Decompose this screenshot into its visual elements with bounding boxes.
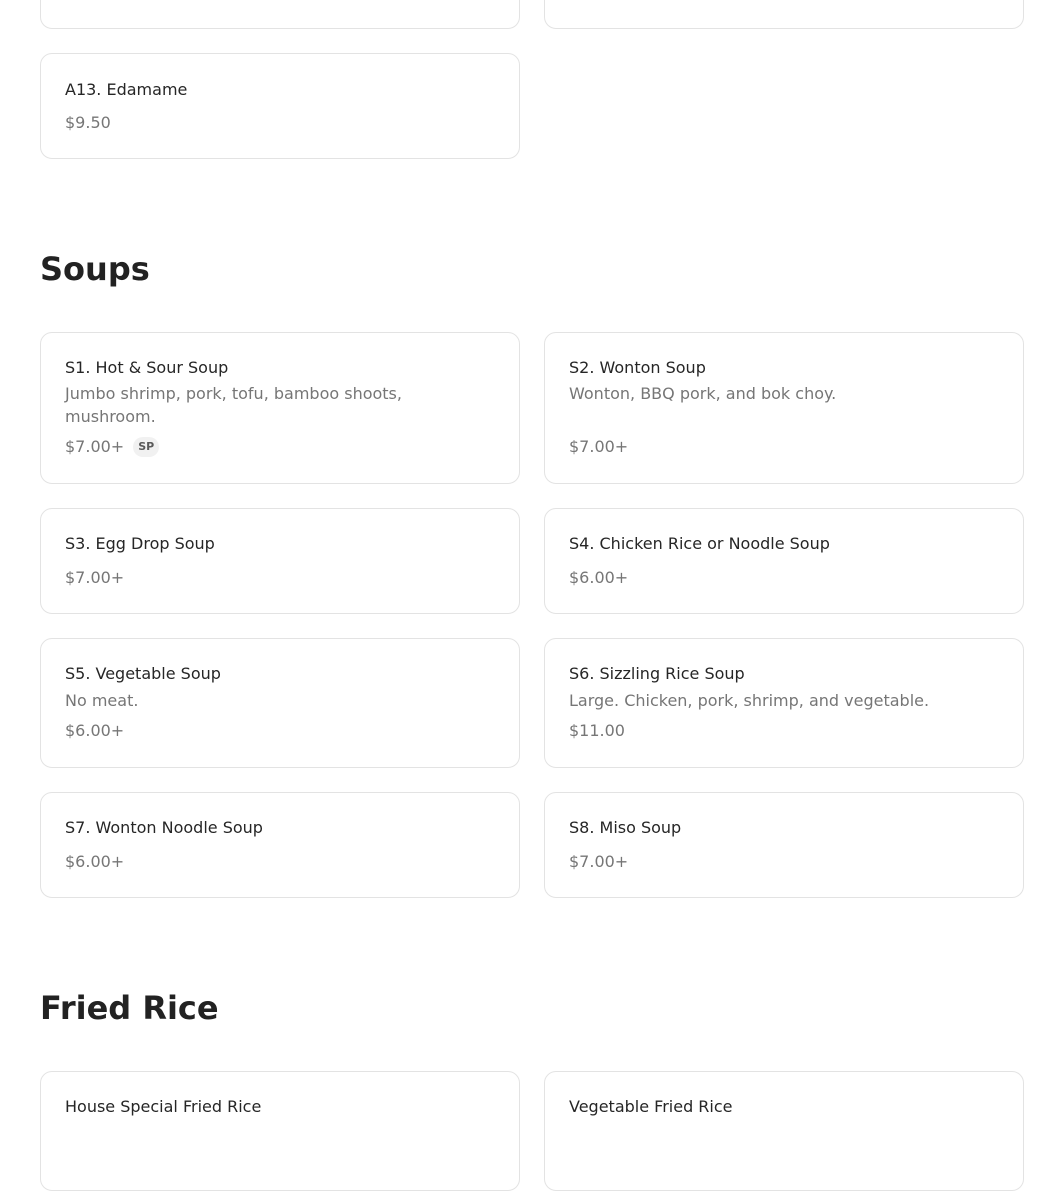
section-title-fried-rice: Fried Rice (40, 989, 219, 1027)
menu-item-card[interactable]: S2. Wonton Soup Wonton, BBQ pork, and bo… (544, 332, 1024, 484)
menu-item-card[interactable]: S6. Sizzling Rice Soup Large. Chicken, p… (544, 638, 1024, 768)
menu-item-price: $7.00+ (569, 852, 629, 871)
menu-item-price: $7.00+ (65, 568, 125, 587)
menu-item-price: $11.00 (569, 721, 625, 740)
menu-item-price: $7.00+ (65, 437, 125, 456)
menu-item-card[interactable]: S5. Vegetable Soup No meat. $6.00+ (40, 638, 520, 768)
menu-item-name: S8. Miso Soup (569, 818, 682, 837)
menu-item-description: Jumbo shrimp, pork, tofu, bamboo shoots,… (65, 384, 402, 426)
menu-item-name: S2. Wonton Soup (569, 358, 706, 377)
menu-item-card[interactable]: S3. Egg Drop Soup $7.00+ (40, 508, 520, 614)
menu-item-description: Wonton, BBQ pork, and bok choy. (569, 384, 837, 403)
menu-item-description: Large. Chicken, pork, shrimp, and vegeta… (569, 691, 930, 710)
menu-item-card[interactable]: House Special Fried Rice (40, 1071, 520, 1191)
spicy-badge: SP (133, 437, 160, 457)
menu-item-name: A13. Edamame (65, 80, 188, 99)
menu-item-price: $6.00+ (569, 568, 629, 587)
menu-item-price: $7.00+ (569, 437, 629, 456)
menu-item-card[interactable]: S4. Chicken Rice or Noodle Soup $6.00+ (544, 508, 1024, 614)
menu-item-name: S6. Sizzling Rice Soup (569, 664, 745, 683)
menu-item-description: No meat. (65, 691, 139, 710)
section-title-soups: Soups (40, 250, 150, 288)
menu-item-name: S4. Chicken Rice or Noodle Soup (569, 534, 830, 553)
menu-item-price: $6.00+ (65, 721, 125, 740)
menu-item-name: S5. Vegetable Soup (65, 664, 221, 683)
menu-item-name: S1. Hot & Sour Soup (65, 358, 229, 377)
menu-item-card[interactable]: Vegetable Fried Rice (544, 1071, 1024, 1191)
menu-item-card[interactable]: S8. Miso Soup $7.00+ (544, 792, 1024, 898)
menu-item-name: S7. Wonton Noodle Soup (65, 818, 263, 837)
menu-item-card-partial[interactable] (544, 0, 1024, 29)
menu-item-name: Vegetable Fried Rice (569, 1097, 733, 1116)
menu-item-card[interactable]: S1. Hot & Sour Soup Jumbo shrimp, pork, … (40, 332, 520, 484)
menu-item-price: $6.00+ (65, 852, 125, 871)
menu-item-card-partial[interactable] (40, 0, 520, 29)
menu-item-name: House Special Fried Rice (65, 1097, 262, 1116)
menu-item-price: $9.50 (65, 113, 111, 132)
menu-item-name: S3. Egg Drop Soup (65, 534, 215, 553)
menu-item-card[interactable]: A13. Edamame $9.50 (40, 53, 520, 159)
menu-item-card[interactable]: S7. Wonton Noodle Soup $6.00+ (40, 792, 520, 898)
